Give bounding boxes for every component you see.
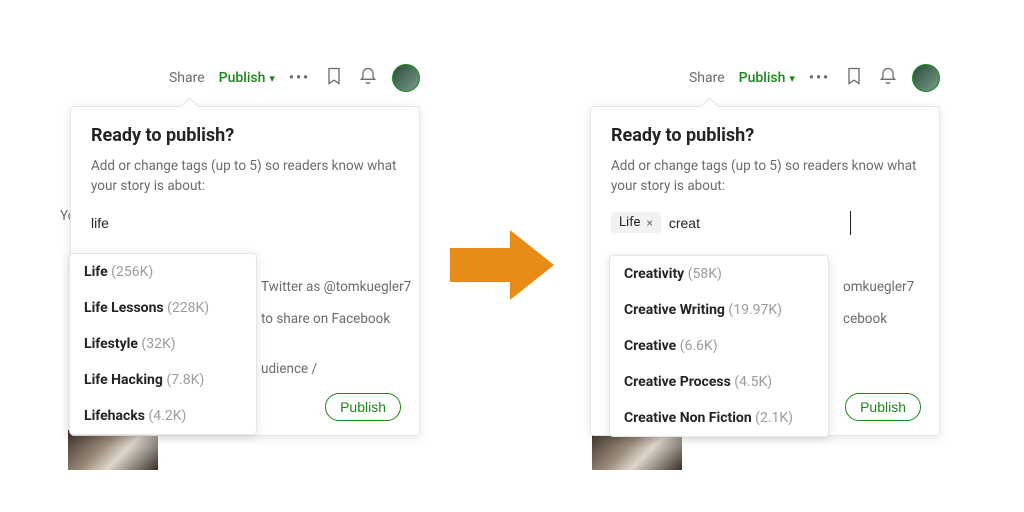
- suggestion-item[interactable]: Life Hacking (7.8K): [70, 362, 256, 398]
- suggestion-item[interactable]: Creativity (58K): [610, 256, 828, 292]
- bg-twitter-text: Twitter as @tomkuegler7: [261, 279, 411, 295]
- publish-button[interactable]: Publish: [845, 393, 921, 421]
- bg-facebook-text: cebook: [843, 311, 887, 327]
- chevron-down-icon: ▾: [269, 72, 275, 85]
- tag-input[interactable]: [91, 211, 272, 235]
- popover-subtitle: Add or change tags (up to 5) so readers …: [91, 156, 399, 197]
- bell-icon[interactable]: [358, 66, 378, 90]
- bookmark-icon[interactable]: [844, 66, 864, 90]
- suggestion-item[interactable]: Life (256K): [70, 254, 256, 290]
- tag-input-row: [91, 211, 399, 235]
- publish-button[interactable]: Publish: [325, 393, 401, 421]
- avatar[interactable]: [912, 64, 940, 92]
- publish-label: Publish: [739, 70, 786, 86]
- tag-input-row: Life ×: [611, 211, 919, 235]
- tag-chip-label: Life: [619, 215, 640, 230]
- tag-suggestions: Life (256K) Life Lessons (228K) Lifestyl…: [69, 253, 257, 435]
- popover-title: Ready to publish?: [91, 125, 399, 146]
- suggestion-item[interactable]: Lifestyle (32K): [70, 326, 256, 362]
- publish-panel-before: Share Publish ▾ ••• Ready to publish? Ad…: [70, 60, 420, 436]
- bg-twitter-text: omkuegler7: [843, 279, 914, 295]
- bookmark-icon[interactable]: [324, 66, 344, 90]
- suggestion-item[interactable]: Creative Non Fiction (2.1K): [610, 400, 828, 436]
- suggestion-item[interactable]: Creative (6.6K): [610, 328, 828, 364]
- avatar[interactable]: [392, 64, 420, 92]
- suggestion-item[interactable]: Life Lessons (228K): [70, 290, 256, 326]
- topbar: Share Publish ▾ •••: [70, 60, 420, 96]
- publish-popover: Ready to publish? Add or change tags (up…: [70, 106, 420, 436]
- share-link[interactable]: Share: [689, 70, 725, 86]
- popover-title: Ready to publish?: [611, 125, 919, 146]
- tag-input[interactable]: [669, 211, 851, 235]
- topbar: Share Publish ▾ •••: [590, 60, 940, 96]
- publish-dropdown[interactable]: Publish ▾: [219, 70, 275, 86]
- chevron-down-icon: ▾: [789, 72, 795, 85]
- suggestion-item[interactable]: Lifehacks (4.2K): [70, 398, 256, 434]
- tag-chip[interactable]: Life ×: [611, 212, 661, 233]
- share-link[interactable]: Share: [169, 70, 205, 86]
- close-icon[interactable]: ×: [646, 216, 652, 230]
- bg-facebook-text: to share on Facebook: [261, 311, 390, 327]
- publish-panel-after: Share Publish ▾ ••• Ready to publish? Ad…: [590, 60, 940, 436]
- suggestion-item[interactable]: Creative Writing (19.97K): [610, 292, 828, 328]
- publish-dropdown[interactable]: Publish ▾: [739, 70, 795, 86]
- more-icon[interactable]: •••: [289, 70, 310, 86]
- tag-suggestions: Creativity (58K) Creative Writing (19.97…: [609, 255, 829, 437]
- more-icon[interactable]: •••: [809, 70, 830, 86]
- popover-subtitle: Add or change tags (up to 5) so readers …: [611, 156, 919, 197]
- publish-popover: Ready to publish? Add or change tags (up…: [590, 106, 940, 436]
- arrow-icon: [450, 230, 560, 300]
- publish-label: Publish: [219, 70, 266, 86]
- bg-audience-text: udience /: [261, 361, 317, 377]
- bg-photo: [68, 430, 158, 470]
- bell-icon[interactable]: [878, 66, 898, 90]
- suggestion-item[interactable]: Creative Process (4.5K): [610, 364, 828, 400]
